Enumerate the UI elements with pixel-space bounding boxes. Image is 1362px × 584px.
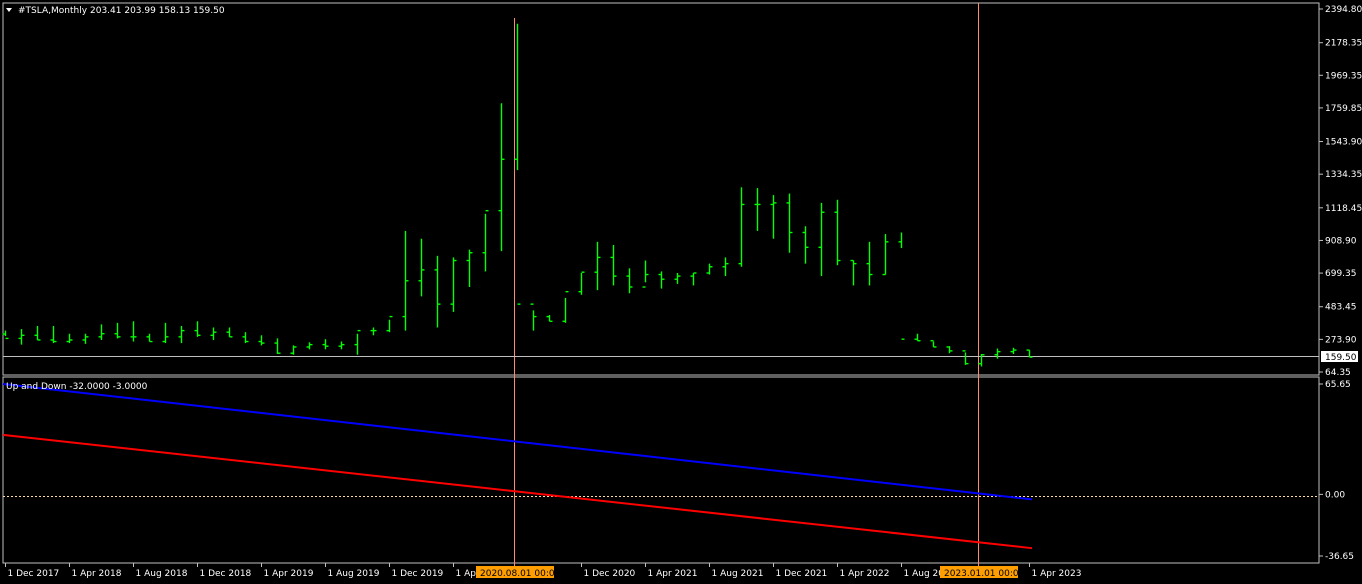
price-tick-label: 273.90 xyxy=(1325,335,1357,345)
price-tick-label: 2178.35 xyxy=(1325,39,1362,49)
time-tick-label: 1 Dec 2018 xyxy=(200,569,252,579)
indicator-tick-label: 65.65 xyxy=(1325,380,1351,390)
time-tick-label: 1 Apr 2022 xyxy=(840,569,890,579)
time-tick-label: 1 Apr 2023 xyxy=(1032,569,1082,579)
time-tick-label: 1 Dec 2020 xyxy=(584,569,636,579)
time-tick-label: 1 Apr 2019 xyxy=(264,569,314,579)
crosshair-date-2: 2023.01.01 00:00 xyxy=(944,569,1025,579)
indicator-tick-label: 0.00 xyxy=(1325,490,1345,500)
price-tick-label: 699.35 xyxy=(1325,269,1357,279)
time-tick-label: 1 Dec 2017 xyxy=(8,569,60,579)
time-tick-label: 1 Apr 2021 xyxy=(648,569,698,579)
price-tick-label: 64.35 xyxy=(1325,368,1351,378)
time-tick-label: 1 Apr 2018 xyxy=(72,569,122,579)
crosshair-date-1: 2020.08.01 00:00 xyxy=(480,569,561,579)
indicator-tick-label: -36.65 xyxy=(1325,552,1354,562)
price-tick-label: 2394.80 xyxy=(1325,5,1362,15)
price-tick-label: 1334.35 xyxy=(1325,170,1362,180)
price-tick-label: 1118.45 xyxy=(1325,204,1362,214)
current-price-value: 159.50 xyxy=(1325,353,1357,363)
time-tick-label: 1 Dec 2021 xyxy=(776,569,828,579)
time-tick-label: 1 Aug 2019 xyxy=(328,569,380,579)
time-tick-label: 1 Aug 2021 xyxy=(712,569,764,579)
price-tick-label: 1969.35 xyxy=(1325,71,1362,81)
price-tick-label: 483.45 xyxy=(1325,303,1357,313)
symbol-label: #TSLA,Monthly xyxy=(18,6,88,16)
price-tick-label: 1543.90 xyxy=(1325,138,1362,148)
chart-window: 2394.80 2178.35 1969.35 1759.85 1543.90 1334.… xyxy=(0,0,1362,584)
time-tick-label: 1 Aug 2018 xyxy=(136,569,188,579)
time-tick-label: 1 Dec 2019 xyxy=(392,569,444,579)
ohlc-label: 203.41 203.99 158.13 159.50 xyxy=(90,6,225,16)
price-tick-label: 1759.85 xyxy=(1325,104,1362,114)
price-tick-label: 908.90 xyxy=(1325,236,1357,246)
indicator-title: Up and Down -32.0000 -3.0000 xyxy=(6,382,148,392)
